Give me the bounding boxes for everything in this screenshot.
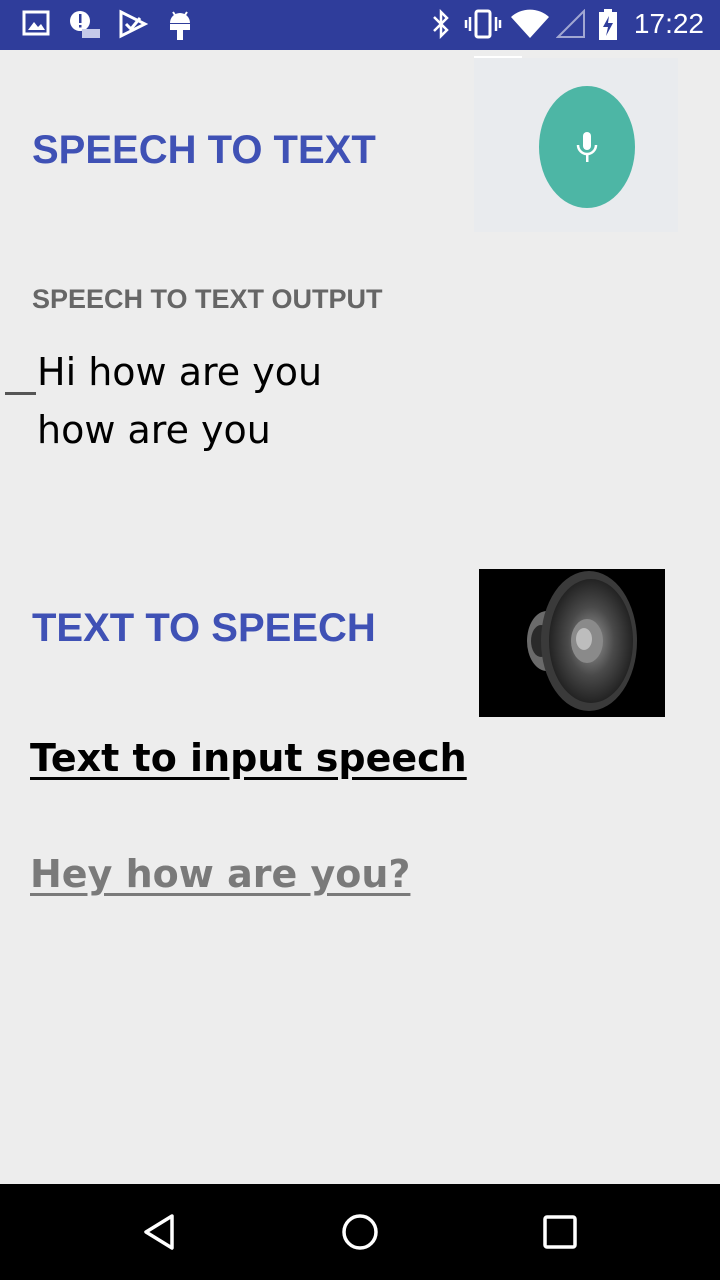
navigation-bar — [0, 1184, 720, 1280]
mic-panel — [474, 56, 678, 232]
tts-input-label: Text to input speech — [30, 736, 467, 780]
wifi-icon — [511, 9, 549, 38]
panel-divider — [474, 56, 522, 58]
battery-charging-icon — [599, 9, 617, 40]
recents-icon[interactable] — [540, 1212, 580, 1252]
stt-output-line: how are you — [37, 408, 271, 452]
alert-icon — [70, 11, 100, 38]
text-cursor — [5, 392, 36, 395]
bluetooth-icon — [433, 9, 449, 39]
stt-output-line: Hi how are you — [37, 350, 323, 394]
back-icon[interactable] — [140, 1212, 180, 1252]
mic-button[interactable] — [539, 86, 635, 208]
speech-to-text-title: SPEECH TO TEXT — [32, 128, 376, 172]
text-to-speech-title: TEXT TO SPEECH — [32, 606, 376, 650]
stt-output-label: SPEECH TO TEXT OUTPUT — [32, 284, 383, 314]
vibrate-icon — [464, 9, 502, 39]
speaker-button[interactable] — [479, 569, 665, 717]
tts-input-field[interactable]: Hey how are you? — [30, 852, 430, 896]
check-app-icon — [119, 9, 148, 39]
speaker-icon — [527, 571, 637, 711]
signal-icon — [556, 9, 585, 38]
home-icon[interactable] — [340, 1212, 380, 1252]
image-icon — [22, 10, 50, 36]
status-bar: 17:22 — [0, 0, 720, 50]
mic-icon — [576, 132, 598, 162]
status-clock: 17:22 — [633, 8, 704, 39]
android-icon — [170, 11, 190, 40]
